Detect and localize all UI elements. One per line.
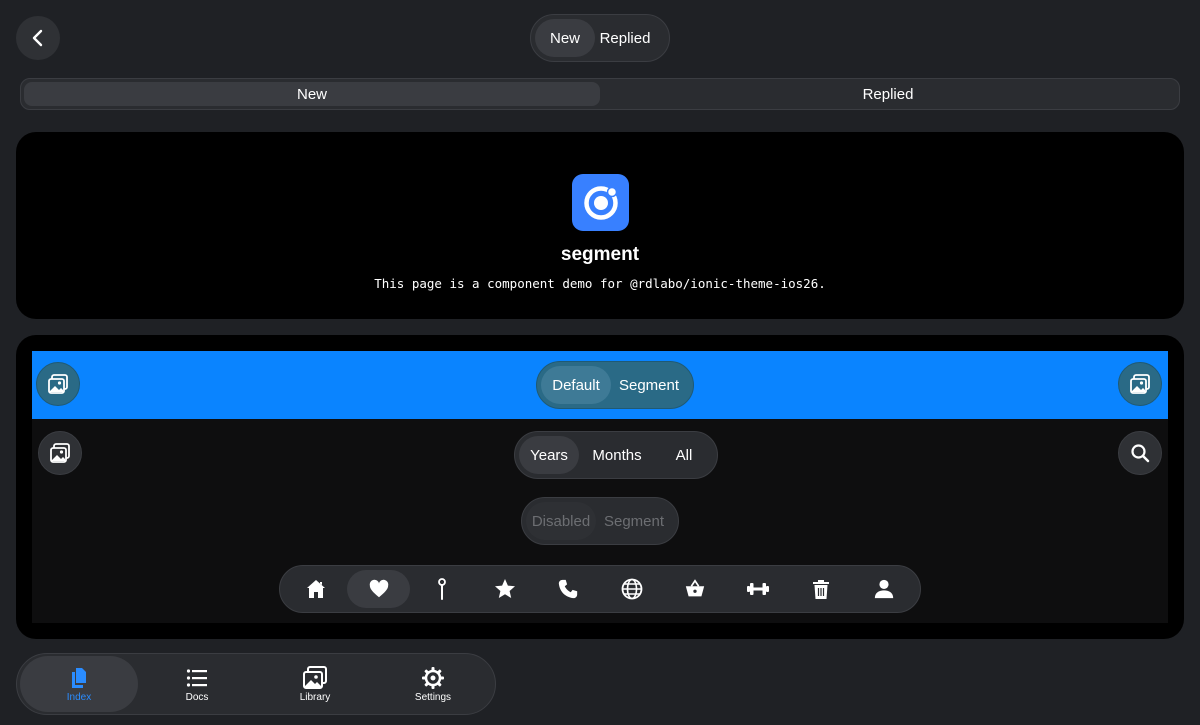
disabled-segment: Disabled Segment <box>521 497 679 545</box>
blue-toolbar-right-button[interactable] <box>1118 362 1162 406</box>
icon-segment <box>279 565 921 613</box>
segment-disabled: Disabled <box>526 502 596 540</box>
segment-barbell[interactable] <box>726 570 789 608</box>
page-description: This page is a component demo for @rdlab… <box>374 276 826 291</box>
tab-docs[interactable]: Docs <box>138 656 256 712</box>
trash-icon <box>813 580 830 599</box>
search-icon <box>1131 444 1150 463</box>
header-segment: New Replied <box>530 14 670 62</box>
segment-globe[interactable] <box>600 570 663 608</box>
wide-segment: New Replied <box>20 78 1180 110</box>
header-segment-new[interactable]: New <box>535 19 595 57</box>
segment-segment[interactable]: Segment <box>611 366 687 404</box>
pin-icon <box>438 578 446 600</box>
segment-basket[interactable] <box>663 570 726 608</box>
cog-icon <box>422 666 444 689</box>
segment-months[interactable]: Months <box>579 436 655 474</box>
globe-icon <box>621 578 643 600</box>
segment-years[interactable]: Years <box>519 436 579 474</box>
images-icon <box>303 665 327 689</box>
star-icon <box>495 579 516 598</box>
barbell-icon <box>747 583 770 595</box>
tab-settings[interactable]: Settings <box>374 656 492 712</box>
basket-icon <box>685 579 704 597</box>
tab-bar: Index Docs Library Settings <box>16 653 496 715</box>
toolbar-segment-years: Years Months All <box>514 431 718 479</box>
segment-person[interactable] <box>853 570 916 608</box>
intro-card: segment This page is a component demo fo… <box>16 132 1184 319</box>
heart-icon <box>369 579 389 598</box>
blue-toolbar-left-button[interactable] <box>36 362 80 406</box>
images-icon <box>50 443 70 463</box>
segment-home[interactable] <box>284 570 347 608</box>
list-icon <box>186 668 207 687</box>
wide-segment-replied[interactable]: Replied <box>600 82 1176 106</box>
segment-trash[interactable] <box>790 570 853 608</box>
segment-all[interactable]: All <box>655 436 713 474</box>
blue-toolbar: Default Segment <box>32 351 1168 419</box>
images-icon <box>1130 374 1150 394</box>
chevron-left-icon <box>32 29 43 47</box>
tab-library[interactable]: Library <box>256 656 374 712</box>
wide-segment-new[interactable]: New <box>24 82 600 106</box>
ionic-logo-icon <box>572 174 629 231</box>
segment-disabled-segment: Segment <box>603 512 665 530</box>
search-button[interactable] <box>1118 431 1162 475</box>
documents-icon <box>72 667 86 688</box>
tab-settings-label: Settings <box>414 691 452 703</box>
segment-star[interactable] <box>474 570 537 608</box>
toolbar-segment-default: Default Segment <box>536 361 694 409</box>
images-icon <box>48 374 68 394</box>
home-icon <box>306 580 325 598</box>
segment-pin[interactable] <box>410 570 473 608</box>
page-title: segment <box>560 244 640 265</box>
dark-toolbar-area: Years Months All Disabled Segment <box>32 419 1168 623</box>
segment-call[interactable] <box>537 570 600 608</box>
call-icon <box>559 579 578 599</box>
tab-index[interactable]: Index <box>20 656 138 712</box>
tab-index-label: Index <box>66 691 92 703</box>
segment-heart[interactable] <box>347 570 411 608</box>
demo-card: Default Segment Years Months All Disable… <box>16 335 1184 639</box>
tab-docs-label: Docs <box>185 691 209 703</box>
back-button[interactable] <box>16 16 60 60</box>
header-segment-replied[interactable]: Replied <box>595 19 655 57</box>
segment-default[interactable]: Default <box>541 366 611 404</box>
tab-library-label: Library <box>299 691 331 703</box>
person-icon <box>875 579 894 599</box>
dark-toolbar-left-button[interactable] <box>38 431 82 475</box>
